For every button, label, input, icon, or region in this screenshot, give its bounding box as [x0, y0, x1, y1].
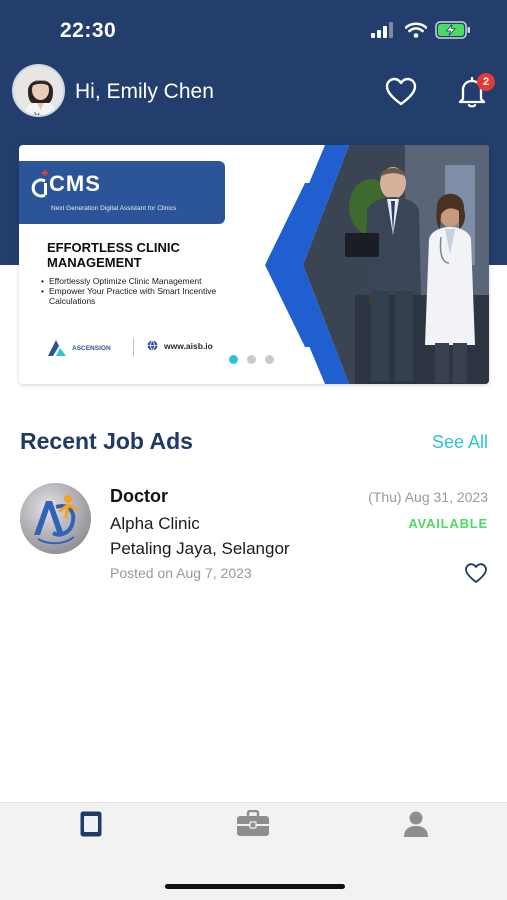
banner-bullets: Effortlessly Optimize Clinic Management …: [41, 276, 231, 306]
person-icon: [404, 811, 428, 837]
banner-tagline: Next Generation Digital Assistant for Cl…: [51, 205, 177, 212]
job-date: (Thu) Aug 31, 2023: [368, 489, 488, 505]
tab-job-ads[interactable]: [71, 807, 111, 841]
banner-company: ASCENSION: [47, 339, 111, 357]
heart-icon: [385, 77, 417, 106]
carousel-dot[interactable]: [265, 355, 274, 364]
app-header: Hi, Emily Chen: [0, 64, 507, 122]
banner-brand: CMS: [49, 171, 101, 196]
carousel-dot[interactable]: [247, 355, 256, 364]
status-time: 22:30: [60, 19, 117, 42]
carousel-dot-active[interactable]: [229, 355, 238, 364]
job-favorite-button[interactable]: [464, 562, 488, 584]
banner-divider: [133, 338, 134, 356]
job-location: Petaling Jaya, Selangor: [110, 539, 290, 558]
greeting-text: Hi, Emily Chen: [75, 80, 214, 103]
status-bar: 22:30: [0, 0, 507, 60]
banner-heading: EFFORTLESS CLINIC MANAGEMENT: [47, 240, 180, 270]
notification-badge: 2: [477, 73, 495, 91]
carousel-dots: [229, 355, 274, 364]
job-title: Doctor: [110, 486, 168, 506]
globe-icon: [147, 340, 158, 351]
avatar[interactable]: [12, 64, 65, 117]
banner-website-text: www.aisb.io: [164, 340, 213, 351]
see-all-link[interactable]: See All: [432, 432, 488, 453]
job-posted-date: Posted on Aug 7, 2023: [110, 565, 252, 581]
tab-profile[interactable]: [396, 807, 436, 841]
banner-company-name: ASCENSION: [72, 344, 111, 352]
ascension-logo-icon: [48, 340, 66, 356]
status-icons: [371, 21, 471, 39]
banner-photo: [245, 145, 489, 384]
job-clinic: Alpha Clinic: [110, 514, 200, 533]
banner-bullet: Empower Your Practice with Smart Incenti…: [41, 286, 231, 306]
job-status-badge: AVAILABLE: [408, 516, 488, 531]
banner-website: www.aisb.io: [147, 340, 213, 351]
tab-jobs[interactable]: [233, 807, 273, 841]
aicms-logo-icon: [31, 170, 48, 198]
section-title: Recent Job Ads: [20, 428, 193, 454]
home-indicator: [165, 884, 345, 889]
promo-banner[interactable]: CMS Next Generation Digital Assistant fo…: [19, 145, 489, 384]
signal-icon: [371, 22, 393, 38]
document-icon: [80, 811, 102, 837]
briefcase-icon: [237, 810, 269, 836]
favorites-button[interactable]: [384, 76, 418, 108]
battery-charging-icon: [435, 21, 470, 39]
banner-bullet: Effortlessly Optimize Clinic Management: [41, 276, 231, 286]
avatar-photo: [14, 66, 63, 115]
wifi-icon: [405, 22, 427, 38]
clinic-logo: [20, 483, 91, 554]
banner-logo-box: CMS Next Generation Digital Assistant fo…: [19, 161, 225, 224]
alpha-clinic-logo-icon: [20, 483, 91, 554]
heart-icon: [465, 563, 487, 583]
job-card[interactable]: Doctor Alpha Clinic Petaling Jaya, Selan…: [0, 478, 507, 588]
